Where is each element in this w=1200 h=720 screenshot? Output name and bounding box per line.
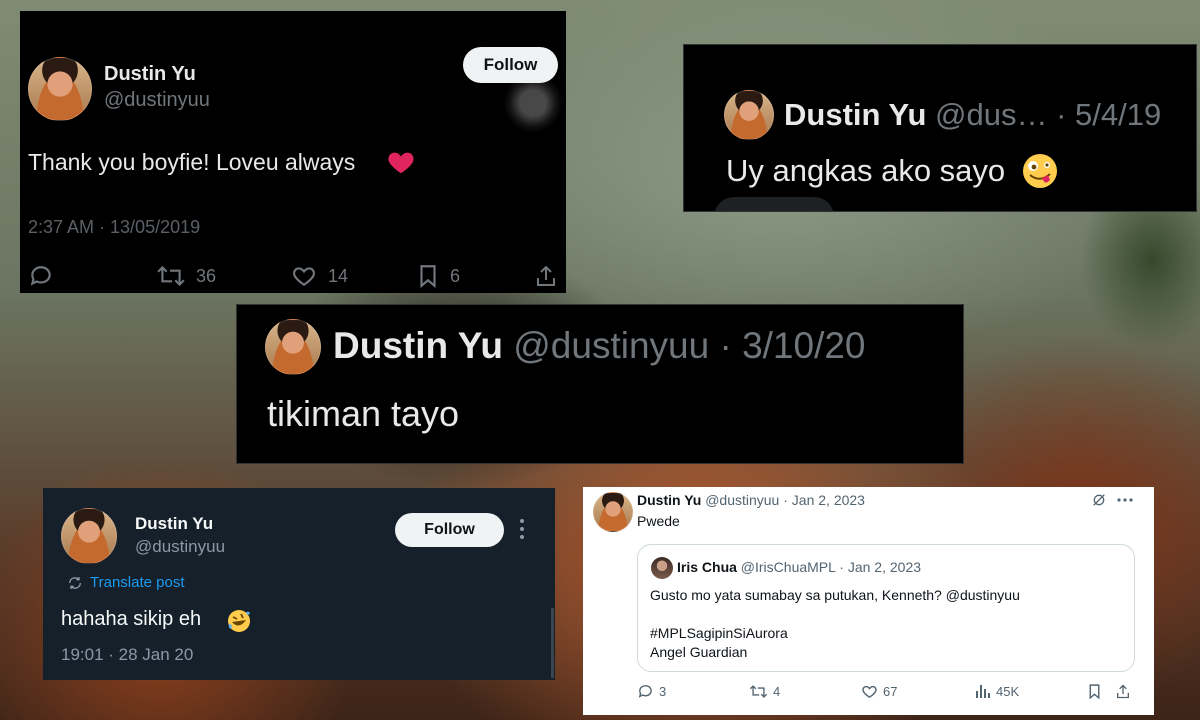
like-count: 67 [883, 684, 898, 699]
retweet-button[interactable]: 36 [156, 263, 216, 289]
reply-count: 3 [659, 684, 667, 699]
retweet-count: 36 [196, 265, 217, 286]
tweet-card-4: Dustin Yu @dustinyuu Follow Translate po… [43, 488, 555, 680]
display-name[interactable]: Dustin Yu [333, 325, 503, 366]
reply-icon [28, 263, 54, 289]
avatar[interactable] [593, 492, 633, 532]
quoted-tweet-hashtag: #MPLSagipinSiAurora [650, 625, 788, 641]
handle-and-date[interactable]: @dustinyuu · Jan 2, 2023 [705, 492, 865, 508]
tweet-header: Dustin Yu @dus… · 5/4/19 [784, 97, 1161, 133]
tweet-card-5: Dustin Yu @dustinyuu · Jan 2, 2023 Pwede… [583, 487, 1154, 715]
tweet-text: Uy angkas ako sayo [726, 153, 1006, 188]
retweet-button[interactable]: 4 [749, 683, 780, 700]
quoted-tweet-header: Iris Chua @IrisChuaMPL · Jan 2, 2023 [677, 559, 921, 575]
like-button[interactable]: 67 [861, 683, 897, 700]
retweet-count: 4 [773, 684, 781, 699]
handle-and-date: @IrisChuaMPL · Jan 2, 2023 [740, 559, 922, 575]
tweet-text: Pwede [637, 513, 680, 529]
avatar [651, 557, 673, 579]
quoted-tweet[interactable]: Iris Chua @IrisChuaMPL · Jan 2, 2023 Gus… [637, 544, 1135, 672]
tweet-text: tikiman tayo [267, 393, 460, 434]
view-count: 45K [996, 683, 1020, 699]
bookmark-button[interactable]: 6 [416, 263, 460, 289]
bookmark-icon [416, 263, 440, 289]
follow-button[interactable]: Follow [463, 47, 558, 83]
display-name: Iris Chua [677, 559, 737, 575]
more-options-icon[interactable] [1116, 491, 1134, 509]
scrollbar[interactable] [551, 608, 554, 678]
follow-button[interactable]: Follow [395, 513, 504, 547]
avatar[interactable] [28, 57, 92, 121]
translate-post-link[interactable]: Translate post [67, 574, 185, 591]
timestamp[interactable]: 19:01 · 28 Jan 20 [61, 645, 193, 665]
heart-icon [290, 263, 318, 289]
avatar[interactable] [265, 319, 321, 375]
display-name[interactable]: Dustin Yu [784, 97, 926, 132]
share-button[interactable] [534, 263, 558, 289]
reply-icon [637, 683, 654, 700]
action-bar: 3 4 67 45K [637, 683, 1137, 705]
like-button[interactable]: 14 [290, 263, 348, 289]
handle[interactable]: @dustinyuu [104, 89, 210, 112]
tweet-header: Dustin Yu @dustinyuu · Jan 2, 2023 [637, 492, 865, 508]
handle-and-date[interactable]: @dus… · 5/4/19 [935, 97, 1161, 132]
retweet-icon [156, 263, 186, 289]
share-icon [1115, 683, 1131, 700]
tweet-text: Thank you boyfie! Loveu always [28, 149, 356, 175]
share-button[interactable] [1115, 683, 1131, 700]
views-chart-icon [975, 683, 991, 699]
grok-icon[interactable] [1091, 492, 1107, 508]
tweet-header: Dustin Yu @dustinyuu · 3/10/20 [333, 325, 866, 367]
red-heart-emoji-icon [386, 147, 416, 177]
tweet-card-3: Dustin Yu @dustinyuu · 3/10/20 tikiman t… [236, 304, 964, 464]
reply-button[interactable] [28, 263, 54, 289]
timestamp[interactable]: 2:37 AM · 13/05/2019 [28, 217, 200, 238]
handle[interactable]: @dustinyuu [135, 537, 225, 557]
rolling-laughing-emoji-icon [226, 608, 252, 634]
retweet-icon [749, 683, 768, 700]
zany-face-emoji-icon [1020, 151, 1060, 191]
avatar[interactable] [724, 90, 774, 140]
heart-icon [861, 683, 878, 700]
bookmark-icon [1087, 683, 1102, 700]
share-icon [534, 263, 558, 289]
display-name[interactable]: Dustin Yu [104, 63, 196, 86]
action-bar: 36 14 6 [28, 263, 558, 289]
views-button[interactable]: 45K [975, 683, 1019, 699]
background-pill [714, 197, 834, 211]
bookmark-button[interactable] [1087, 683, 1102, 700]
bookmark-count: 6 [450, 265, 461, 286]
tweet-card-1: Dustin Yu @dustinyuu Follow Thank you bo… [20, 11, 566, 293]
display-name[interactable]: Dustin Yu [135, 514, 213, 534]
quoted-tweet-line: Angel Guardian [650, 644, 748, 660]
display-name[interactable]: Dustin Yu [637, 492, 701, 508]
handle-and-date[interactable]: @dustinyuu · 3/10/20 [513, 325, 865, 366]
tweet-text: hahaha sikip eh [61, 608, 202, 630]
translate-icon [67, 575, 83, 591]
avatar[interactable] [61, 508, 117, 564]
more-options-icon[interactable] [519, 518, 525, 540]
like-count: 14 [328, 265, 349, 286]
tweet-card-2: Dustin Yu @dus… · 5/4/19 Uy angkas ako s… [683, 44, 1197, 212]
translate-label: Translate post [90, 574, 185, 591]
quoted-tweet-text: Gusto mo yata sumabay sa putukan, Kennet… [650, 587, 1020, 603]
reply-button[interactable]: 3 [637, 683, 666, 700]
